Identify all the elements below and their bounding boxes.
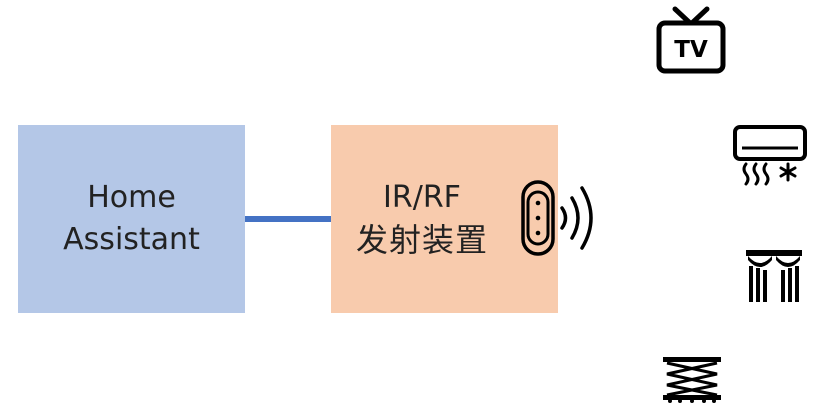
connector-line bbox=[245, 216, 331, 222]
curtain-icon bbox=[746, 250, 802, 302]
home-assistant-box: Home Assistant bbox=[18, 125, 245, 313]
air-conditioner-icon bbox=[733, 125, 807, 186]
tv-icon-text: TV bbox=[674, 37, 708, 63]
tv-icon: TV bbox=[656, 6, 726, 74]
ir-rf-device-label: IR/RF 发射装置 bbox=[356, 177, 488, 261]
ir-transmitter-icon bbox=[521, 180, 593, 256]
home-assistant-label: Home Assistant bbox=[63, 177, 200, 261]
home-assistant-label-line2: Assistant bbox=[63, 222, 200, 257]
scissor-lift-icon bbox=[663, 357, 721, 403]
home-assistant-label-line1: Home bbox=[87, 180, 176, 215]
ir-rf-device-label-line2: 发射装置 bbox=[355, 221, 488, 259]
ir-rf-device-label-line1: IR/RF bbox=[383, 180, 461, 215]
